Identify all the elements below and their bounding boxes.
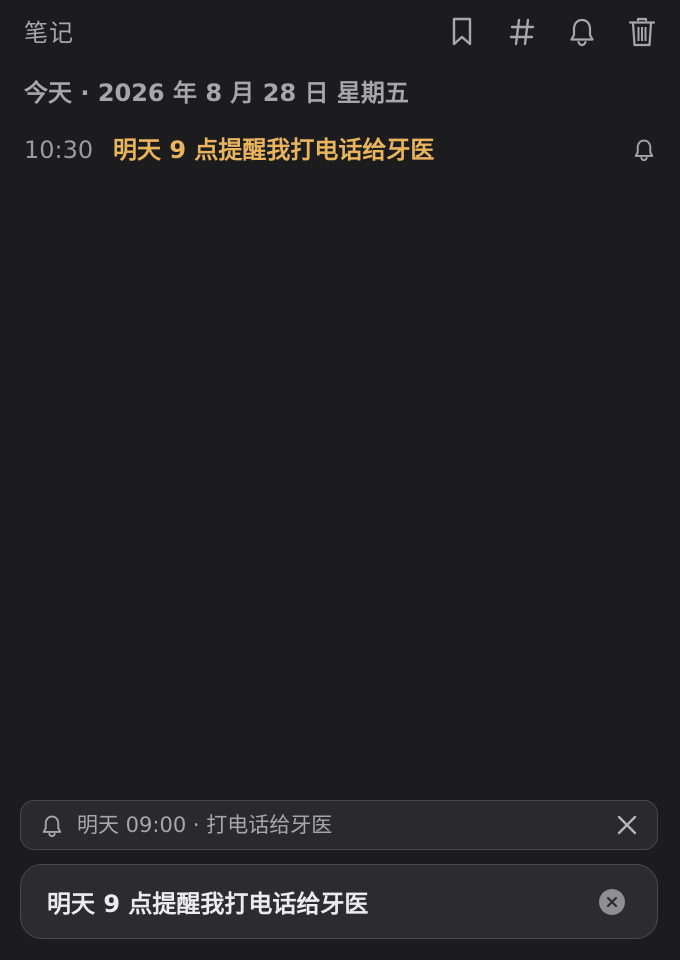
note-input[interactable] xyxy=(47,883,587,919)
note-text: 明天 9 点提醒我打电话给牙医 xyxy=(113,136,435,164)
reminder-button[interactable] xyxy=(562,12,602,52)
chip-bell xyxy=(39,813,65,839)
bell-icon xyxy=(42,815,62,838)
reminder-chip-text: 明天 09:00 · 打电话给牙医 xyxy=(77,813,333,837)
tag-button[interactable] xyxy=(502,12,542,52)
note-reminder-button[interactable] xyxy=(628,134,660,166)
trash-icon xyxy=(628,17,656,47)
header: 笔记 xyxy=(0,0,680,66)
bell-icon xyxy=(570,18,594,47)
dismiss-reminder-button[interactable] xyxy=(613,811,641,839)
close-icon xyxy=(617,815,637,835)
clear-icon xyxy=(606,896,618,908)
notes-app: 笔记 今天 · 2026 年 8 月 28 日 星期五 10:30 明天 9 点… xyxy=(0,0,680,960)
date-heading: 今天 · 2026 年 8 月 28 日 星期五 xyxy=(24,79,409,107)
list-item[interactable]: 10:30 明天 9 点提醒我打电话给牙医 xyxy=(24,130,660,170)
bookmark-button[interactable] xyxy=(442,12,482,52)
hash-icon xyxy=(509,18,535,46)
clear-input-button[interactable] xyxy=(599,889,625,915)
header-actions xyxy=(442,12,662,52)
delete-button[interactable] xyxy=(622,12,662,52)
page-title: 笔记 xyxy=(24,19,74,47)
bell-icon xyxy=(634,139,654,162)
bookmark-icon xyxy=(452,17,472,46)
reminder-preview-chip[interactable]: 明天 09:00 · 打电话给牙医 xyxy=(20,800,658,850)
note-time: 10:30 xyxy=(24,136,94,164)
note-input-box[interactable] xyxy=(20,864,658,939)
